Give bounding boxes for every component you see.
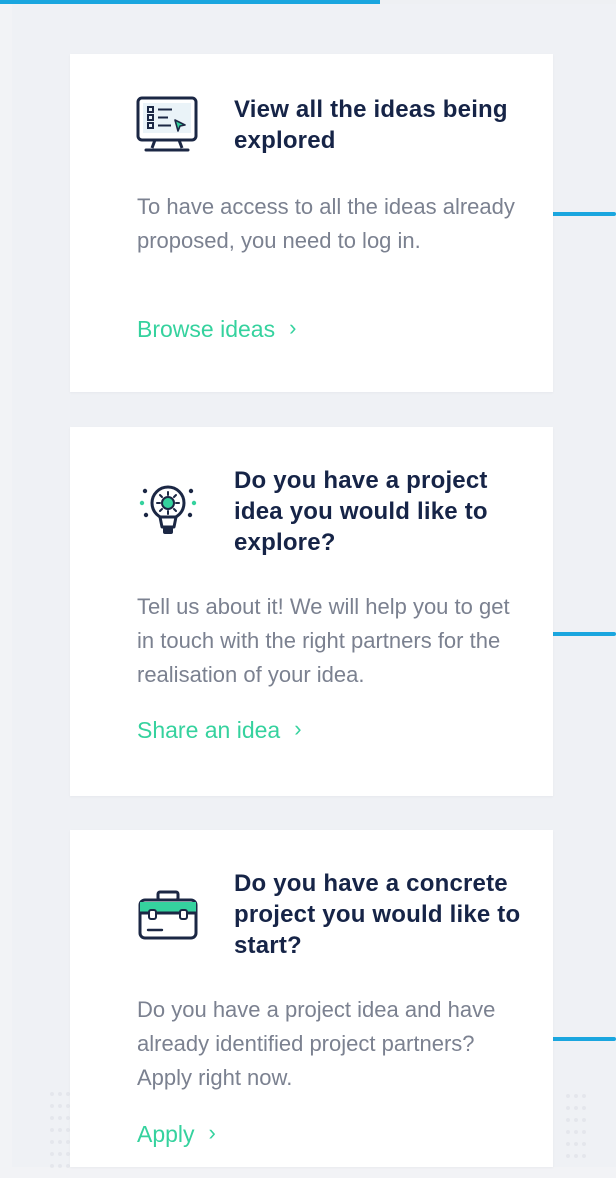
chevron-right-icon: › <box>289 315 297 340</box>
share-idea-link[interactable]: Share an idea › <box>137 713 302 747</box>
decorative-dots-left <box>50 1092 70 1168</box>
apply-label: Apply <box>137 1121 195 1147</box>
concrete-project-card-description: Do you have a project idea and have alre… <box>137 997 496 1090</box>
connector-line-1 <box>545 212 616 216</box>
ideas-card-description: To have access to all the ideas already … <box>137 194 515 253</box>
decorative-dots-right <box>566 1094 586 1158</box>
monitor-list-icon <box>132 90 204 162</box>
apply-link[interactable]: Apply › <box>137 1117 216 1151</box>
browse-ideas-link[interactable]: Browse ideas › <box>137 312 296 346</box>
browse-ideas-label: Browse ideas <box>137 316 276 342</box>
connector-line-3 <box>545 1037 616 1041</box>
chevron-right-icon: › <box>208 1120 216 1145</box>
project-idea-card-description: Tell us about it! We will help you to ge… <box>137 594 510 687</box>
concrete-project-card-title: Do you have a concrete project you would… <box>234 870 521 959</box>
chevron-right-icon: › <box>294 716 302 741</box>
ideas-card-title: View all the ideas being explored <box>234 96 508 154</box>
project-idea-card-title: Do you have a project idea you would lik… <box>234 467 488 556</box>
ideas-card: View all the ideas being explored To hav… <box>70 54 553 392</box>
lightbulb-gear-icon <box>132 475 204 547</box>
connector-line-2 <box>550 632 616 636</box>
briefcase-icon <box>132 882 204 954</box>
project-idea-card: Do you have a project idea you would lik… <box>70 427 553 796</box>
concrete-project-card: Do you have a concrete project you would… <box>70 830 553 1167</box>
share-idea-label: Share an idea <box>137 717 281 743</box>
